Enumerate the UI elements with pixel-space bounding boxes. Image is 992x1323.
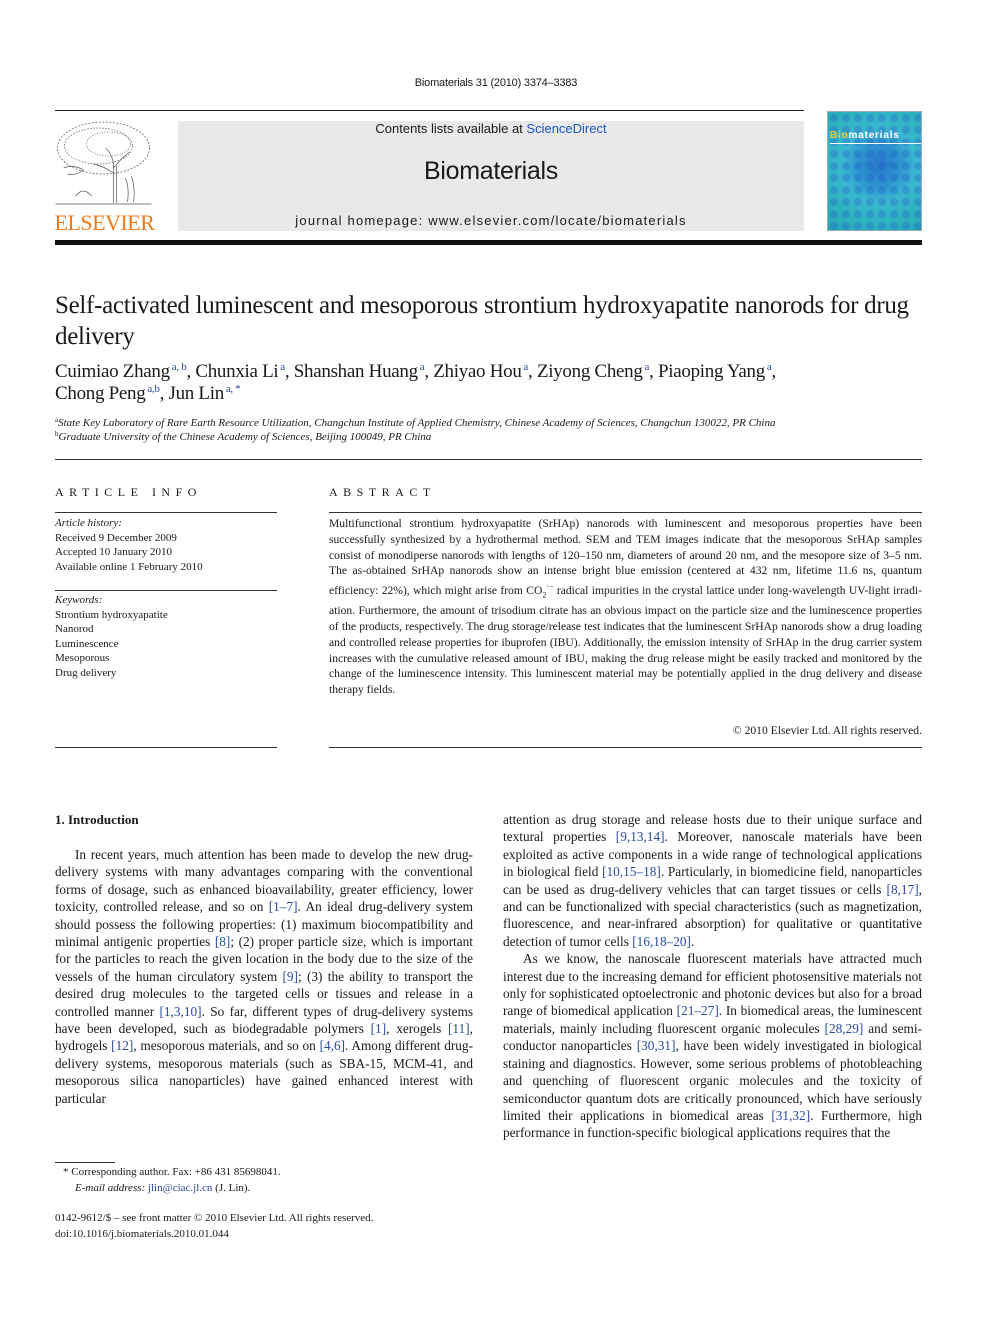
co2-radical: CO2·−	[526, 582, 554, 600]
affiliation-marker[interactable]: a	[522, 361, 528, 373]
history-entry: Accepted 10 January 2010	[55, 546, 172, 558]
author-name: Ziyong Cheng	[536, 361, 643, 382]
affiliation-marker[interactable]: a,b	[145, 383, 160, 395]
citation-link[interactable]: [28,29]	[825, 1021, 864, 1036]
keyword[interactable]: Luminescence	[55, 637, 277, 652]
author-name: Zhiyao Hou	[433, 361, 522, 382]
citation-link[interactable]: [11]	[448, 1021, 470, 1036]
citation-link[interactable]: [30,31]	[637, 1038, 676, 1053]
contents-line: Contents lists available at ScienceDirec…	[178, 121, 804, 136]
divider	[329, 512, 922, 513]
author-name: Chong Peng	[55, 383, 146, 404]
affiliation-marker[interactable]: a	[278, 361, 285, 373]
history-label: Article history:	[55, 517, 122, 529]
author: Jun Lin a, *	[168, 383, 240, 404]
citation-link[interactable]: [1–7]	[269, 899, 298, 914]
affiliation-marker[interactable]: a	[643, 361, 649, 373]
footnote-rule	[55, 1162, 115, 1163]
email-note: E-mail address: jlin@ciac.jl.cn (J. Lin)…	[75, 1181, 251, 1194]
author: Cuimiao Zhang a, b	[55, 361, 187, 382]
elsevier-logo[interactable]: ELSEVIER	[53, 118, 156, 235]
paragraph: attention as drug storage and release ho…	[503, 812, 922, 949]
corresponding-author-note: * Corresponding author. Fax: +86 431 856…	[63, 1166, 281, 1178]
divider	[55, 459, 922, 460]
history-list: Received 9 December 2009 Accepted 10 Janu…	[55, 531, 277, 575]
article-title: Self-activated luminescent and mesoporou…	[55, 292, 909, 350]
keyword-list: Strontium hydroxyapatite Nanorod Luminesce…	[55, 608, 277, 681]
citation-link[interactable]: [31,32]	[771, 1108, 810, 1123]
section-heading-introduction: 1. Introduction	[55, 812, 139, 827]
body-column-left: In recent years, much attention has been…	[55, 846, 473, 1107]
article-info-heading: ARTICLE INFO	[55, 485, 202, 499]
affiliation-marker[interactable]: a	[765, 361, 772, 373]
affiliation-marker[interactable]: a	[418, 361, 425, 373]
abstract-text: Multifunctional strontium hydroxyapatite…	[329, 517, 922, 697]
keyword[interactable]: Nanorod	[55, 622, 277, 637]
author-name: Shanshan Huang	[293, 361, 418, 382]
author-name: Jun Lin	[168, 383, 224, 404]
author-list: Cuimiao Zhang a, b, Chunxia Li a, Shansh…	[55, 361, 776, 404]
journal-masthead: Contents lists available at ScienceDirec…	[178, 121, 804, 231]
citation-link[interactable]: [1,3,10]	[159, 1004, 201, 1019]
contents-prefix: Contents lists available at	[375, 121, 527, 136]
journal-name: Biomaterials	[424, 157, 558, 185]
author: Chunxia Li a	[195, 361, 285, 382]
citation-link[interactable]: [21–27]	[677, 1003, 719, 1018]
header-thick-rule	[55, 240, 922, 245]
elsevier-wordmark: ELSEVIER	[54, 210, 155, 235]
abstract-copyright: © 2010 Elsevier Ltd. All rights reserved…	[732, 724, 922, 737]
affiliations: aState Key Laboratory of Rare Earth Reso…	[55, 416, 935, 444]
journal-homepage-link[interactable]: journal homepage: www.elsevier.com/locat…	[178, 213, 804, 228]
front-matter: 0142-9612/$ – see front matter © 2010 El…	[55, 1211, 485, 1242]
article-history: Article history: Received 9 December 200…	[55, 516, 277, 574]
citation-link[interactable]: [10,15–18]	[602, 864, 661, 879]
footnotes: * Corresponding author. Fax: +86 431 856…	[63, 1165, 483, 1196]
history-entry: Received 9 December 2009	[55, 531, 177, 544]
keyword[interactable]: Strontium hydroxyapatite	[55, 608, 277, 623]
journal-cover-image[interactable]: Biomaterials	[827, 111, 922, 231]
running-head: Biomaterials 31 (2010) 3374–3383	[414, 77, 578, 89]
paragraph: In recent years, much attention has been…	[55, 847, 474, 1106]
cover-rule	[830, 143, 921, 144]
abstract-heading: ABSTRACT	[329, 485, 436, 499]
author: Ziyong Cheng a	[537, 361, 649, 382]
citation-link[interactable]: [8]	[215, 934, 231, 949]
author-name: Cuimiao Zhang	[55, 361, 170, 382]
affiliation-marker[interactable]: a, b	[170, 361, 187, 373]
citation-link[interactable]: [8,17]	[887, 882, 919, 897]
body-column-right: attention as drug storage and release ho…	[503, 811, 922, 1142]
author: Chong Peng a,b	[55, 383, 160, 404]
keywords-label: Keywords:	[55, 594, 103, 606]
affiliation: bGraduate University of the Chinese Acad…	[55, 430, 432, 444]
citation-link[interactable]: [16,18–20]	[632, 934, 691, 949]
history-entry: Available online 1 February 2010	[55, 560, 203, 573]
divider	[329, 747, 922, 748]
elsevier-tree-icon	[55, 121, 152, 205]
affiliation-marker[interactable]: a, *	[224, 383, 241, 395]
cover-title: Biomaterials	[830, 130, 900, 141]
citation-link[interactable]: [4,6]	[320, 1038, 345, 1053]
citation-link[interactable]: [1]	[371, 1021, 387, 1036]
keywords: Keywords: Strontium hydroxyapatite Nanoro…	[55, 593, 277, 680]
doi-link[interactable]: doi:10.1016/j.biomaterials.2010.01.044	[55, 1227, 485, 1243]
author: Shanshan Huang a	[294, 361, 425, 382]
keyword[interactable]: Mesoporous	[55, 651, 277, 666]
top-rule	[55, 110, 804, 111]
affiliation: aState Key Laboratory of Rare Earth Reso…	[55, 416, 776, 430]
author-name: Piaoping Yang	[658, 361, 765, 382]
author: Zhiyao Hou a	[433, 361, 528, 382]
sciencedirect-link[interactable]: ScienceDirect	[526, 121, 606, 136]
divider	[55, 590, 277, 591]
citation-link[interactable]: [9,13,14]	[616, 829, 665, 844]
citation-link[interactable]: [12]	[111, 1038, 133, 1053]
divider	[55, 512, 277, 513]
author-name: Chunxia Li	[195, 361, 279, 382]
author: Piaoping Yang a	[658, 361, 772, 382]
email-link[interactable]: jlin@ciac.jl.cn	[148, 1182, 213, 1194]
issn-line: 0142-9612/$ – see front matter © 2010 El…	[55, 1212, 374, 1224]
citation-link[interactable]: [9]	[282, 969, 298, 984]
paragraph: As we know, the nanoscale fluorescent ma…	[503, 951, 923, 1141]
divider	[55, 747, 277, 748]
keyword[interactable]: Drug delivery	[55, 666, 277, 681]
